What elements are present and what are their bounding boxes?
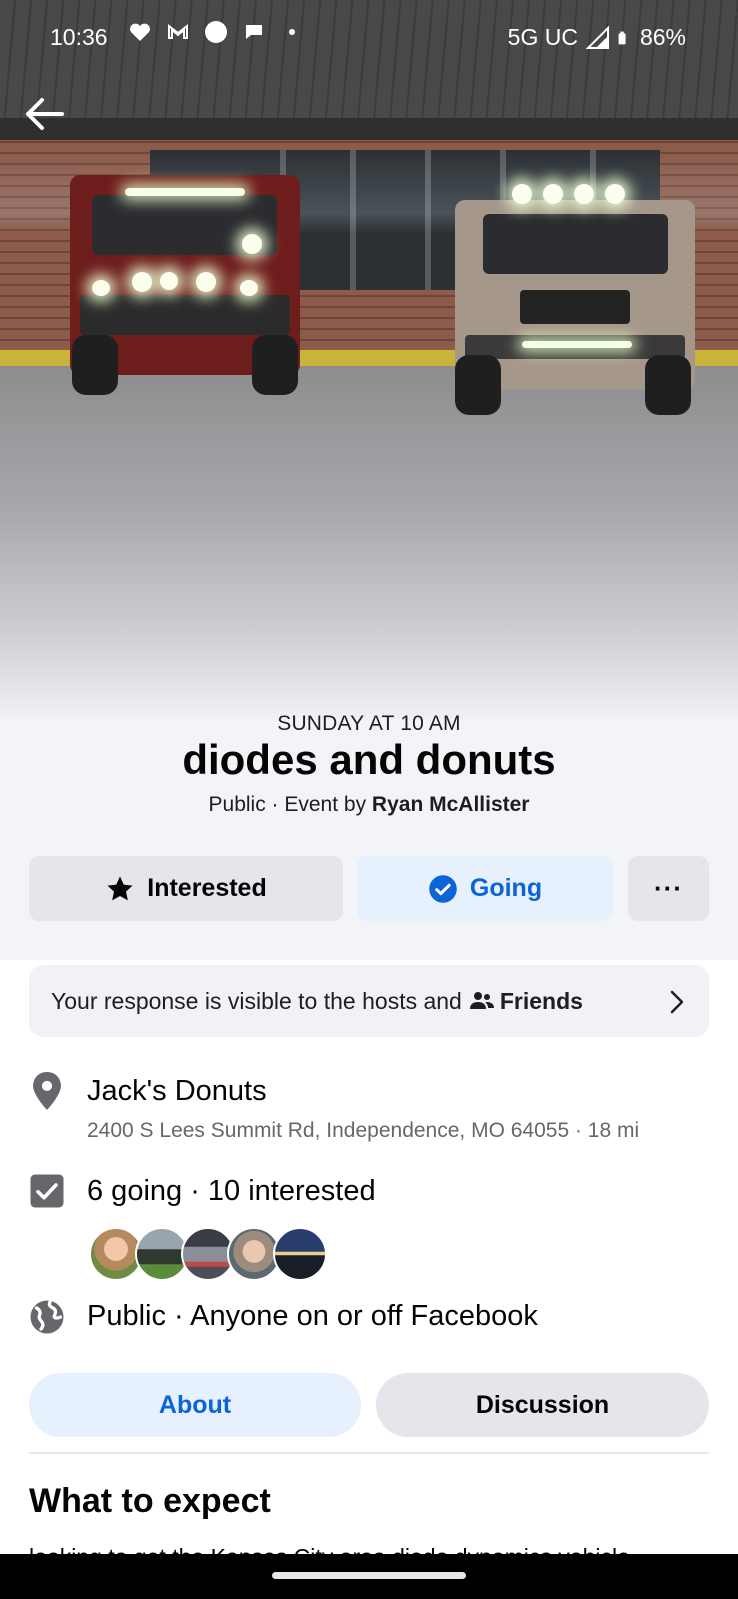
- attendance-summary[interactable]: 6 going · 10 interested: [87, 1175, 376, 1208]
- event-cover-photo[interactable]: [0, 0, 738, 720]
- status-bar: 10:36 5G UC 86%: [0, 0, 738, 72]
- home-handle[interactable]: [272, 1572, 466, 1579]
- location-pin-icon: [28, 1072, 66, 1110]
- response-audience: Friends: [499, 987, 583, 1014]
- event-date: SUNDAY AT 10 AM: [277, 712, 461, 735]
- signal-icon: [585, 25, 609, 49]
- tab-discussion-label: Discussion: [475, 1390, 610, 1419]
- battery-icon: [618, 31, 626, 44]
- battery-level: 86%: [639, 24, 686, 50]
- chevron-right-icon: [670, 990, 684, 1014]
- checkbox-icon: [28, 1172, 66, 1210]
- avatar[interactable]: [273, 1227, 327, 1281]
- network-label: 5G UC: [507, 24, 578, 50]
- hero-section: 10:36 5G UC 86% SUNDAY AT 10 AM diodes a…: [0, 0, 738, 960]
- response-notice-text: Your response is visible to the hosts an…: [51, 987, 462, 1014]
- event-host-link[interactable]: Ryan McAllister: [372, 793, 530, 816]
- tab-discussion[interactable]: Discussion: [376, 1373, 709, 1437]
- going-button[interactable]: Going: [357, 856, 613, 921]
- divider: [29, 1452, 709, 1454]
- location-name[interactable]: Jack's Donuts: [87, 1075, 267, 1108]
- event-visibility-prefix: Public · Event by: [208, 793, 372, 816]
- dot-icon: [289, 29, 295, 35]
- response-visibility-banner[interactable]: Your response is visible to the hosts an…: [29, 965, 709, 1037]
- status-time: 10:36: [50, 24, 108, 50]
- section-title: What to expect: [29, 1482, 271, 1520]
- going-label: Going: [469, 874, 543, 902]
- chat-bubble-icon: [246, 25, 262, 39]
- about-description: looking to get the Kansas City area diod…: [29, 1540, 729, 1555]
- globe-icon: [28, 1298, 66, 1336]
- event-title: diodes and donuts: [182, 736, 556, 783]
- more-options-button[interactable]: ···: [628, 856, 709, 921]
- tab-about[interactable]: About: [29, 1373, 361, 1437]
- back-button[interactable]: [18, 88, 70, 140]
- more-icon: ···: [654, 873, 683, 903]
- location-address[interactable]: 2400 S Lees Summit Rd, Independence, MO …: [87, 1119, 639, 1143]
- friends-icon: [469, 992, 494, 1009]
- interested-label: Interested: [147, 874, 267, 902]
- star-icon: [107, 876, 133, 900]
- system-navigation-bar: [0, 1554, 738, 1599]
- gmail-icon: [168, 23, 188, 39]
- event-meta: Public · Event by Ryan McAllister: [0, 793, 738, 817]
- circle-icon: [205, 21, 227, 43]
- check-circle-icon: [429, 874, 457, 903]
- heart-shield-icon: [130, 23, 150, 41]
- arrow-left-icon: [26, 98, 64, 130]
- interested-button[interactable]: Interested: [29, 856, 343, 921]
- tab-about-label: About: [158, 1390, 232, 1419]
- privacy-text: Public · Anyone on or off Facebook: [87, 1300, 538, 1332]
